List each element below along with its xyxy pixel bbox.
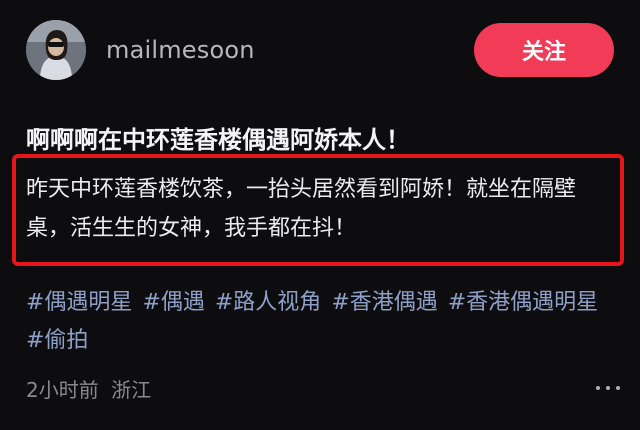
tag-item[interactable]: #偶遇明星 bbox=[26, 290, 132, 315]
dot bbox=[606, 386, 610, 390]
tag-item[interactable]: #偷拍 bbox=[26, 328, 88, 353]
post-body: 昨天中环莲香楼饮茶，一抬头居然看到阿娇！就坐在隔壁桌，活生生的女神，我手都在抖！ bbox=[26, 177, 577, 241]
username[interactable]: mailmesoon bbox=[106, 36, 255, 64]
more-dots-icon[interactable] bbox=[596, 378, 620, 398]
tag-item[interactable]: #香港偶遇明星 bbox=[448, 290, 598, 315]
post-meta: 2小时前 浙江 bbox=[26, 374, 151, 403]
avatar[interactable] bbox=[26, 20, 86, 80]
post-card: mailmesoon 关注 啊啊啊在中环莲香楼偶遇阿娇本人！ 昨天中环莲香楼饮茶… bbox=[0, 0, 640, 430]
tag-list: #偶遇明星 #偶遇 #路人视角 #香港偶遇 #香港偶遇明星 #偷拍 bbox=[26, 284, 626, 360]
post-location: 浙江 bbox=[111, 378, 152, 402]
tag-item[interactable]: #偶遇 bbox=[142, 290, 204, 315]
post-title: 啊啊啊在中环莲香楼偶遇阿娇本人！ bbox=[26, 126, 410, 154]
post-header: mailmesoon 关注 bbox=[26, 20, 614, 82]
dot bbox=[596, 386, 600, 390]
dot bbox=[616, 386, 620, 390]
tag-item[interactable]: #路人视角 bbox=[215, 290, 321, 315]
follow-button[interactable]: 关注 bbox=[474, 23, 614, 77]
tag-item[interactable]: #香港偶遇 bbox=[331, 290, 437, 315]
user-avatar-icon bbox=[26, 20, 86, 80]
post-time: 2小时前 bbox=[26, 378, 99, 402]
